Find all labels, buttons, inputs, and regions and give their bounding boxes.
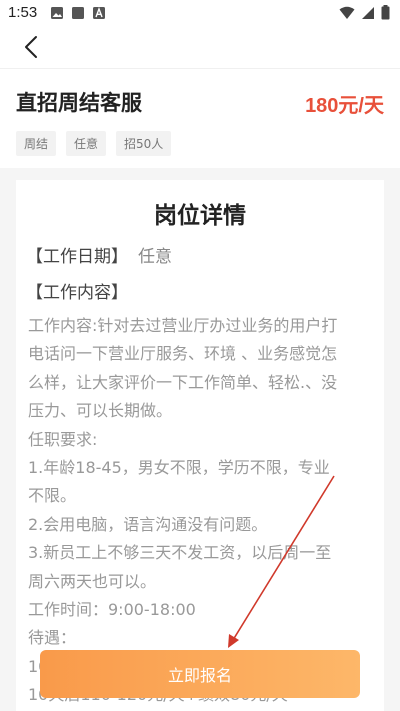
description-line: 周六两天也可以。 (28, 571, 157, 591)
job-title: 直招周结客服 (16, 91, 142, 115)
description-line: 电话问一下营业厅服务、环境 、业务感觉怎 (28, 344, 338, 364)
work-content-row: 【工作内容】 (26, 278, 128, 303)
work-date-row: 【工作日期】 任意 (26, 242, 172, 267)
description-line: 2.会用电脑，语言沟通没有问题。 (28, 514, 268, 534)
status-time: 1:53 (8, 4, 38, 21)
detail-heading: 岗位详情 (154, 203, 246, 229)
work-content-label: 【工作内容】 (26, 283, 128, 303)
description-line: 工作内容:针对去过营业厅办过业务的用户打 (28, 316, 338, 335)
description-line: 工作时间：9:00-18:00 (28, 600, 196, 620)
status-icons-right (339, 5, 390, 20)
description-line: 么样，让大家评价一下工作简单、轻松.、没 (28, 372, 338, 392)
top-nav (0, 28, 400, 68)
image-icon (51, 7, 63, 19)
tag-headcount: 招50人 (116, 131, 172, 156)
description-line: 1.年龄18-45，男女不限，学历不限，专业 (28, 458, 330, 478)
description-line: 待遇： (28, 628, 77, 648)
a-notification-icon (93, 7, 105, 19)
description-line: 不限。 (28, 486, 77, 506)
tag-settlement: 周结 (16, 131, 57, 156)
status-icons-left (50, 6, 106, 20)
job-tags: 周结 任意 招50人 (16, 131, 172, 156)
square-icon (72, 7, 84, 19)
status-bar: 1:53 (0, 0, 400, 28)
battery-icon (381, 5, 390, 20)
description-line: 任职要求: (28, 429, 98, 449)
back-button[interactable] (18, 32, 46, 62)
wifi-icon (339, 6, 355, 19)
apply-button[interactable]: 立即报名 (40, 650, 360, 698)
job-header: 直招周结客服 180元/天 周结 任意 招50人 (0, 68, 400, 168)
work-date-value: 任意 (138, 247, 172, 267)
tag-schedule: 任意 (66, 131, 107, 156)
signal-icon (362, 6, 374, 19)
job-salary: 180元/天 (305, 95, 384, 117)
work-date-label: 【工作日期】 (26, 247, 128, 267)
description-line: 3.新员工上不够三天不发工资，以后周一至 (28, 543, 332, 563)
chevron-left-icon (25, 36, 37, 58)
job-detail-card: 岗位详情 【工作日期】 任意 【工作内容】 工作内容:针对去过营业厅办过业务的用户… (16, 180, 384, 711)
description-line: 压力、可以长期做。 (28, 401, 173, 421)
